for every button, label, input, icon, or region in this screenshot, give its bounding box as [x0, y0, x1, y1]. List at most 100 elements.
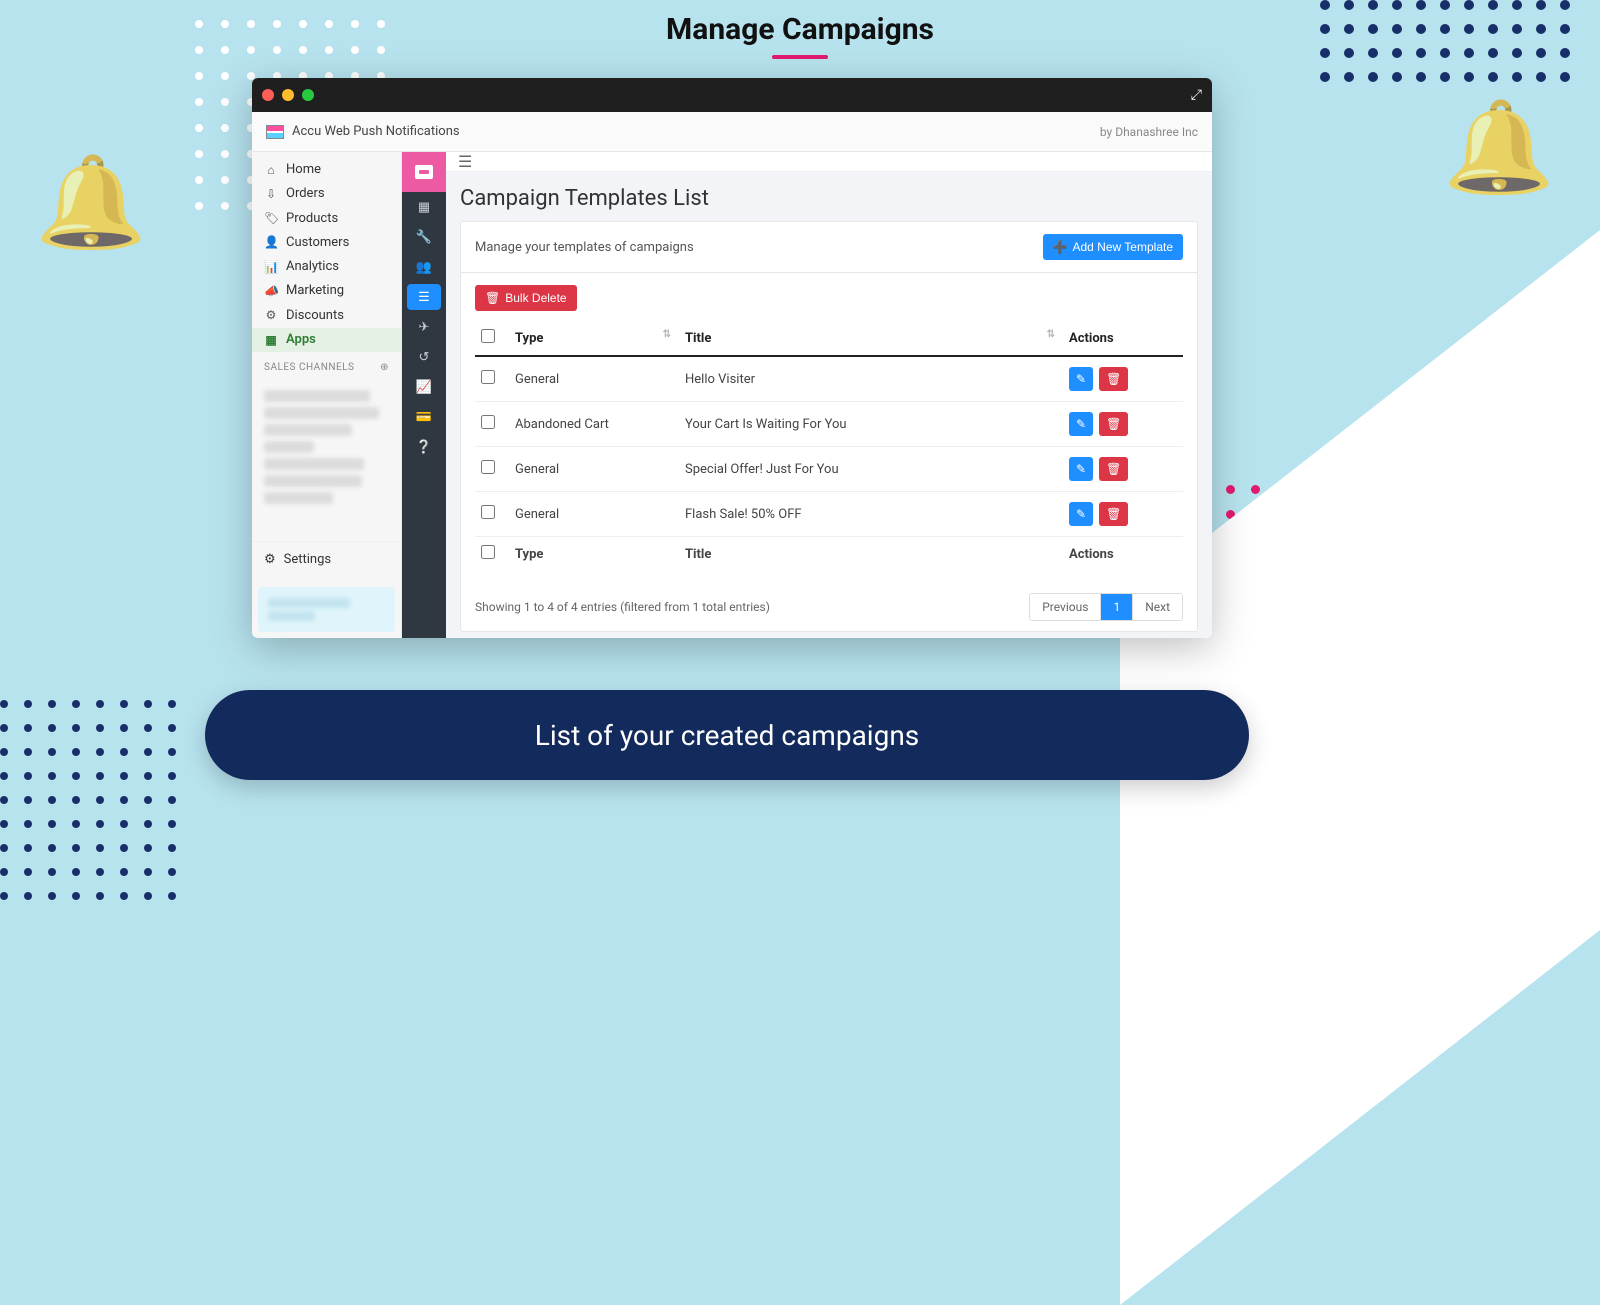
- cell-title: Flash Sale! 50% OFF: [679, 492, 1063, 537]
- iconbar-billing[interactable]: 💳: [402, 402, 446, 432]
- delete-button[interactable]: 🗑: [1099, 502, 1128, 526]
- cell-title: Hello Visiter: [679, 356, 1063, 402]
- trash-icon: 🗑: [485, 291, 500, 305]
- row-checkbox[interactable]: [481, 505, 495, 519]
- cell-type: Abandoned Cart: [509, 402, 679, 447]
- close-icon[interactable]: [262, 89, 274, 101]
- edit-button[interactable]: ✎: [1069, 412, 1093, 436]
- edit-icon: ✎: [1076, 417, 1086, 431]
- iconbar-subscribers[interactable]: 👥: [402, 252, 446, 282]
- trash-icon: 🗑: [1106, 507, 1121, 521]
- window-titlebar[interactable]: ⤢: [252, 78, 1212, 112]
- sidebar-settings-label: Settings: [284, 552, 331, 567]
- app-brand-icon[interactable]: [402, 152, 446, 192]
- row-checkbox[interactable]: [481, 460, 495, 474]
- row-checkbox[interactable]: [481, 370, 495, 384]
- sidebar-item-icon: ⇩: [264, 188, 278, 201]
- cell-title: Your Cart Is Waiting For You: [679, 402, 1063, 447]
- add-channel-icon[interactable]: ⊕: [380, 362, 389, 373]
- shopify-sidebar: ⌂ Home ⇩Orders🏷Products👤Customers📊Analytic…: [252, 152, 402, 638]
- sidebar-item-marketing[interactable]: 📣 Marketing: [252, 279, 401, 303]
- sidebar-item-icon: 👤: [264, 236, 278, 249]
- app-logo-icon: [266, 125, 284, 139]
- content-area: ☰ Campaign Templates List Manage your te…: [446, 152, 1212, 638]
- maximize-icon[interactable]: [302, 89, 314, 101]
- templates-table: Type⇅ Title⇅ Actions GeneralHello Visite…: [475, 321, 1183, 571]
- edit-button[interactable]: ✎: [1069, 502, 1093, 526]
- row-checkbox[interactable]: [481, 415, 495, 429]
- cell-type: General: [509, 447, 679, 492]
- sidebar-item-products[interactable]: 🏷Products: [252, 207, 401, 231]
- pager-prev[interactable]: Previous: [1030, 594, 1100, 620]
- table-row: GeneralFlash Sale! 50% OFF ✎ 🗑: [475, 492, 1183, 537]
- iconbar-history[interactable]: ↺: [402, 342, 446, 372]
- pagination: Previous 1 Next: [1029, 593, 1183, 621]
- sidebar-item-label: Marketing: [286, 284, 344, 298]
- sidebar-item-icon: 🏷: [264, 212, 278, 225]
- page-title: Campaign Templates List: [446, 172, 1212, 221]
- sidebar-channels-blurred: [252, 379, 401, 515]
- sidebar-item-label: Discounts: [286, 309, 344, 323]
- content-hamburger-bar: ☰: [446, 152, 1212, 172]
- iconbar-help[interactable]: ❔: [402, 432, 446, 462]
- sidebar-item-home[interactable]: ⌂ Home: [252, 158, 401, 182]
- th-actions: Actions: [1069, 331, 1114, 346]
- sidebar-item-icon: ▦: [264, 334, 278, 347]
- app-topbar: Accu Web Push Notifications by Dhanashre…: [252, 112, 1212, 152]
- window-controls[interactable]: [262, 89, 314, 101]
- minimize-icon[interactable]: [282, 89, 294, 101]
- iconbar-settings[interactable]: 🔧: [402, 222, 446, 252]
- edit-button[interactable]: ✎: [1069, 457, 1093, 481]
- hamburger-icon[interactable]: ☰: [458, 152, 472, 171]
- sidebar-settings[interactable]: ⚙ Settings: [252, 541, 401, 581]
- sidebar-item-analytics[interactable]: 📊Analytics: [252, 255, 401, 279]
- expand-icon[interactable]: ⤢: [1191, 87, 1202, 103]
- delete-button[interactable]: 🗑: [1099, 457, 1128, 481]
- add-template-button[interactable]: ➕ Add New Template: [1043, 234, 1183, 260]
- sidebar-item-apps[interactable]: ▦Apps: [252, 328, 401, 352]
- table-row: Abandoned CartYour Cart Is Waiting For Y…: [475, 402, 1183, 447]
- table-info: Showing 1 to 4 of 4 entries (filtered fr…: [475, 600, 770, 614]
- select-all-checkbox-foot[interactable]: [481, 545, 495, 559]
- bulk-delete-button[interactable]: 🗑 Bulk Delete: [475, 285, 577, 311]
- iconbar-dashboard[interactable]: ▦: [402, 192, 446, 222]
- iconbar-analytics[interactable]: 📈: [402, 372, 446, 402]
- caption-pill: List of your created campaigns: [205, 690, 1249, 780]
- edit-icon: ✎: [1076, 507, 1086, 521]
- sidebar-section-label: SALES CHANNELS ⊕: [252, 352, 401, 379]
- app-author: by Dhanashree Inc: [1100, 125, 1198, 139]
- select-all-checkbox[interactable]: [481, 329, 495, 343]
- sort-icon[interactable]: ⇅: [663, 329, 671, 340]
- sidebar-item-label: Home: [286, 163, 321, 177]
- sidebar-item-icon: ⌂: [264, 164, 278, 177]
- edit-button[interactable]: ✎: [1069, 367, 1093, 391]
- sidebar-item-discounts[interactable]: ⚙Discounts: [252, 304, 401, 328]
- sidebar-item-orders[interactable]: ⇩Orders: [252, 182, 401, 206]
- app-name: Accu Web Push Notifications: [292, 124, 460, 139]
- sidebar-selected-app[interactable]: [258, 587, 395, 632]
- cell-type: General: [509, 356, 679, 402]
- bell-icon: 🔔: [35, 150, 147, 255]
- sort-icon[interactable]: ⇅: [1047, 329, 1055, 340]
- page-heading: Manage Campaigns: [0, 12, 1600, 59]
- pager-next[interactable]: Next: [1132, 594, 1182, 620]
- bell-icon: 🔔: [1443, 95, 1555, 200]
- sidebar-item-icon: 📣: [264, 285, 278, 298]
- sidebar-item-customers[interactable]: 👤Customers: [252, 231, 401, 255]
- trash-icon: 🗑: [1106, 417, 1121, 431]
- templates-card: Manage your templates of campaigns ➕ Add…: [460, 221, 1198, 632]
- trash-icon: 🗑: [1106, 372, 1121, 386]
- edit-icon: ✎: [1076, 462, 1086, 476]
- cell-title: Special Offer! Just For You: [679, 447, 1063, 492]
- pager-page-1[interactable]: 1: [1100, 594, 1132, 620]
- table-row: GeneralSpecial Offer! Just For You ✎ 🗑: [475, 447, 1183, 492]
- delete-button[interactable]: 🗑: [1099, 412, 1128, 436]
- cell-type: General: [509, 492, 679, 537]
- iconbar-send[interactable]: ✈: [402, 312, 446, 342]
- delete-button[interactable]: 🗑: [1099, 367, 1128, 391]
- th-type[interactable]: Type: [515, 331, 543, 346]
- tf-type: Type: [509, 537, 679, 572]
- th-title[interactable]: Title: [685, 331, 711, 346]
- dots-decor-bottom-left: [0, 700, 176, 900]
- iconbar-campaigns[interactable]: ☰: [407, 284, 441, 310]
